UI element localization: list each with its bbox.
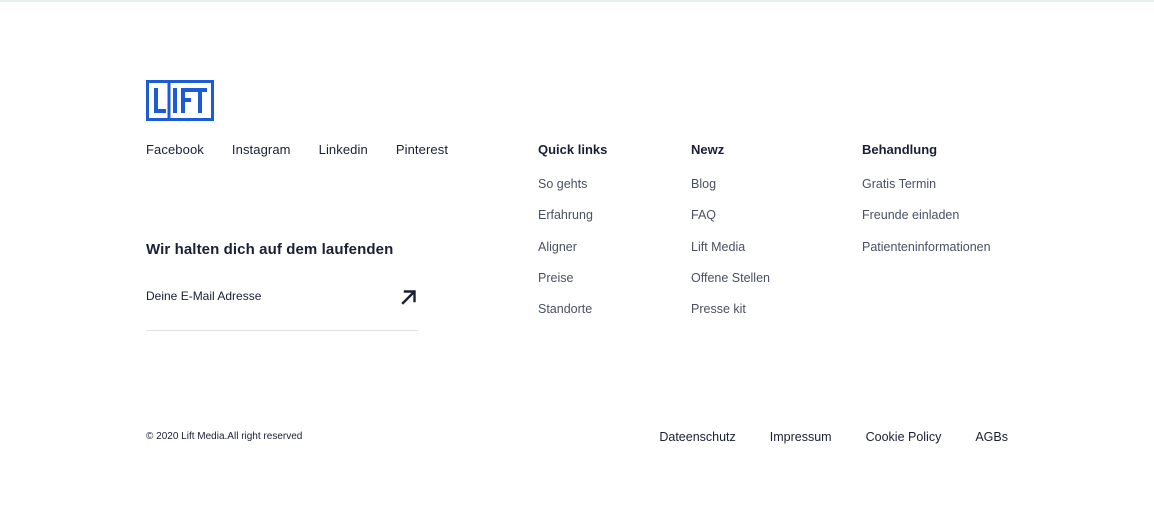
newsletter-email-input[interactable] [146, 285, 386, 307]
newsletter-title: Wir halten dich auf dem laufenden [146, 241, 394, 258]
column-heading: Behandlung [862, 142, 938, 157]
social-links: Facebook Instagram Linkedin Pinterest [146, 142, 476, 158]
column-heading: Newz [691, 142, 725, 157]
footer-link-preise[interactable]: Preise [538, 271, 573, 285]
social-link-linkedin[interactable]: Linkedin [319, 142, 368, 158]
arrow-up-right-icon[interactable] [400, 288, 418, 306]
footer-column-newz: Newz Blog FAQ Lift Media Offene Stellen … [691, 142, 770, 332]
legal-link-datenschutz[interactable]: Dateenschutz [659, 430, 735, 444]
footer-link-freunde-einladen[interactable]: Freunde einladen [862, 208, 959, 222]
legal-link-cookie-policy[interactable]: Cookie Policy [866, 430, 942, 444]
footer-link-gratis-termin[interactable]: Gratis Termin [862, 177, 936, 191]
footer-link-so-gehts[interactable]: So gehts [538, 177, 587, 191]
lift-logo[interactable] [146, 80, 214, 121]
footer-link-blog[interactable]: Blog [691, 177, 716, 191]
footer-link-erfahrung[interactable]: Erfahrung [538, 208, 593, 222]
social-link-pinterest[interactable]: Pinterest [396, 142, 448, 158]
copyright-text: © 2020 Lift Media.All right reserved [146, 431, 303, 442]
footer-column-behandlung: Behandlung Gratis Termin Freunde einlade… [862, 142, 991, 270]
social-link-instagram[interactable]: Instagram [232, 142, 291, 158]
footer-link-lift-media[interactable]: Lift Media [691, 240, 745, 254]
top-divider [0, 0, 1154, 2]
legal-link-impressum[interactable]: Impressum [770, 430, 832, 444]
footer-link-presse-kit[interactable]: Presse kit [691, 302, 746, 316]
social-link-facebook[interactable]: Facebook [146, 142, 204, 158]
legal-links: Dateenschutz Impressum Cookie Policy AGB… [625, 430, 1008, 444]
footer-column-quick-links: Quick links So gehts Erfahrung Aligner P… [538, 142, 607, 332]
footer-link-offene-stellen[interactable]: Offene Stellen [691, 271, 770, 285]
lift-logo-icon [146, 80, 214, 121]
footer-link-aligner[interactable]: Aligner [538, 240, 577, 254]
newsletter-form [146, 285, 418, 331]
legal-link-agbs[interactable]: AGBs [975, 430, 1008, 444]
footer-link-faq[interactable]: FAQ [691, 208, 716, 222]
column-heading: Quick links [538, 142, 608, 157]
site-footer: Facebook Instagram Linkedin Pinterest Wi… [0, 0, 1154, 526]
footer-link-patienteninformationen[interactable]: Patienteninformationen [862, 240, 991, 254]
footer-link-standorte[interactable]: Standorte [538, 302, 592, 316]
